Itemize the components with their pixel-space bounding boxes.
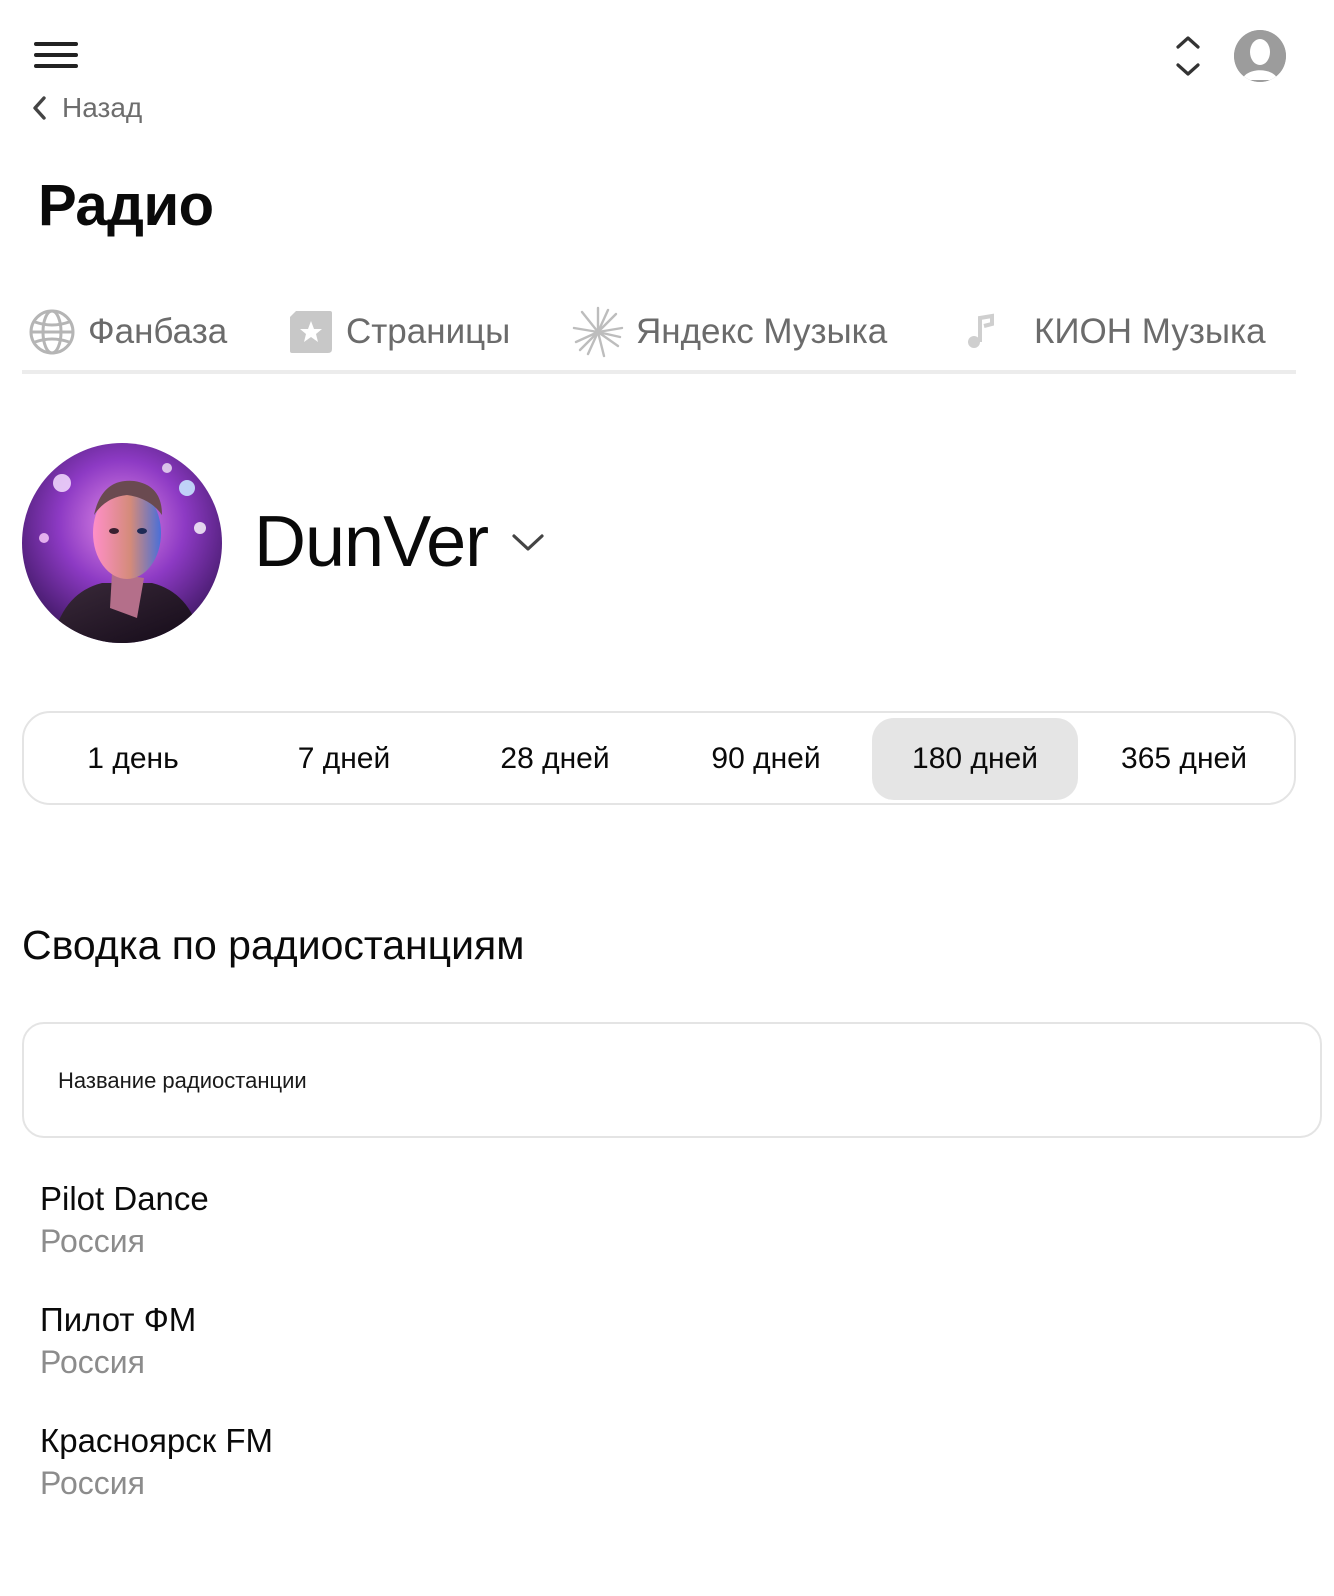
period-28-days[interactable]: 28 дней bbox=[452, 718, 658, 800]
star-badge-icon bbox=[290, 311, 332, 353]
music-note-icon bbox=[968, 313, 994, 348]
table-header: Название радиостанции bbox=[22, 1022, 1322, 1138]
period-1-day[interactable]: 1 день bbox=[30, 718, 236, 800]
yandex-music-icon bbox=[572, 306, 624, 358]
chevron-down-icon bbox=[512, 534, 544, 551]
artist-avatar bbox=[22, 443, 222, 643]
tab-kion-music[interactable]: КИОН Музыка bbox=[962, 306, 1266, 358]
station-name: Красноярск FM bbox=[40, 1422, 273, 1459]
section-title: Сводка по радиостанциям bbox=[22, 922, 525, 968]
artist-name: DunVer bbox=[254, 502, 489, 582]
station-country: Россия bbox=[40, 1223, 145, 1259]
column-header-station-name[interactable]: Название радиостанции bbox=[58, 1068, 307, 1094]
tab-pages[interactable]: Страницы bbox=[288, 306, 510, 358]
globe-icon bbox=[29, 309, 75, 355]
tab-yandex-music-label: Яндекс Музыка bbox=[636, 312, 888, 351]
period-90-days[interactable]: 90 дней bbox=[663, 718, 869, 800]
chevron-up-down-icon[interactable] bbox=[1170, 34, 1206, 78]
chevron-left-icon bbox=[33, 96, 46, 120]
station-country: Россия bbox=[40, 1344, 145, 1380]
tab-kion-music-label: КИОН Музыка bbox=[1034, 312, 1266, 351]
station-name: Pilot Dance bbox=[40, 1180, 209, 1217]
tab-pages-label: Страницы bbox=[346, 312, 511, 351]
tab-fanbase-label: Фанбаза bbox=[88, 312, 228, 351]
period-7-days[interactable]: 7 дней bbox=[241, 718, 447, 800]
services-tabs: Фанбаза Страницы Яндекс Музыка КИОН Музы… bbox=[22, 300, 1296, 374]
artist-selector[interactable]: DunVer bbox=[254, 496, 546, 588]
period-180-days[interactable]: 180 дней bbox=[872, 718, 1078, 800]
tab-fanbase[interactable]: Фанбаза bbox=[28, 306, 227, 358]
station-name: Пилот ФМ bbox=[40, 1301, 197, 1338]
period-selector: 1 день 7 дней 28 дней 90 дней 180 дней 3… bbox=[22, 711, 1296, 805]
back-label: Назад bbox=[62, 92, 143, 123]
station-country: Россия bbox=[40, 1465, 145, 1501]
hamburger-menu-icon[interactable] bbox=[34, 38, 80, 74]
tab-yandex-music[interactable]: Яндекс Музыка bbox=[572, 306, 887, 358]
page-title: Радио bbox=[38, 173, 214, 238]
back-link[interactable]: Назад bbox=[30, 88, 142, 128]
station-row[interactable]: Пилот ФМ Россия bbox=[40, 1299, 840, 1383]
station-row[interactable]: Pilot Dance Россия bbox=[40, 1178, 840, 1262]
station-row[interactable]: Красноярск FM Россия bbox=[40, 1420, 840, 1504]
user-avatar-icon[interactable] bbox=[1234, 30, 1286, 82]
period-365-days[interactable]: 365 дней bbox=[1081, 718, 1287, 800]
